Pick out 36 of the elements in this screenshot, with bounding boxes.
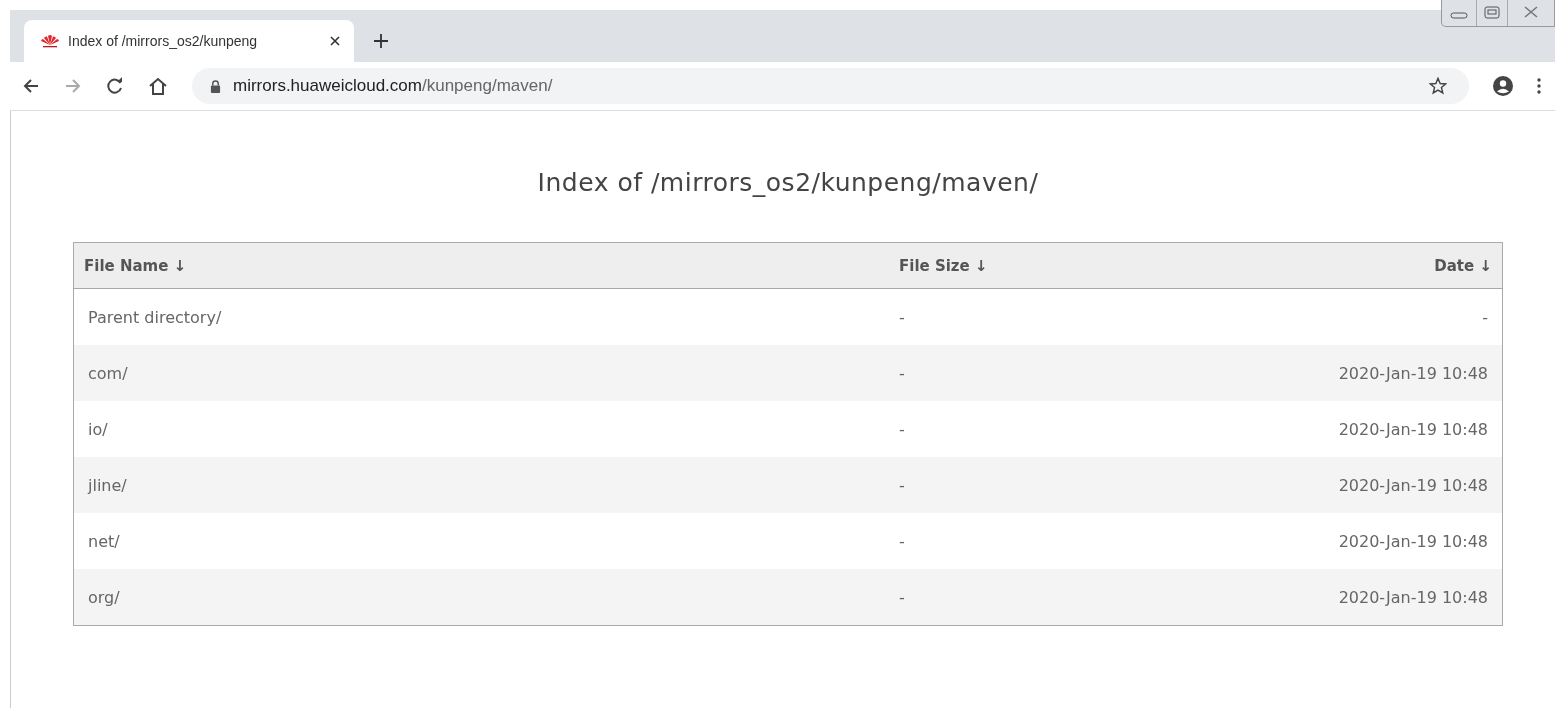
table-cell: -	[899, 531, 905, 551]
file-link[interactable]: Parent directory/	[88, 307, 222, 327]
new-tab-icon[interactable]	[374, 34, 388, 48]
back-icon[interactable]	[22, 77, 40, 95]
file-link[interactable]: com/	[88, 363, 128, 383]
browser-tab[interactable]: Index of /mirrors_os2/kunpeng	[24, 20, 354, 62]
file-link[interactable]: org/	[88, 587, 120, 607]
table-cell: -	[899, 475, 905, 495]
table-cell: -	[899, 419, 905, 439]
table-cell: -	[1482, 307, 1488, 327]
file-link[interactable]: net/	[88, 531, 120, 551]
tab-title: Index of /mirrors_os2/kunpeng	[68, 33, 259, 49]
reload-icon[interactable]	[106, 77, 124, 95]
file-link[interactable]: io/	[88, 419, 108, 439]
column-header[interactable]: Date ↓	[1434, 256, 1492, 275]
url-text: mirrors.huaweicloud.com/kunpeng/maven/	[233, 76, 553, 96]
account-icon[interactable]	[1493, 76, 1513, 96]
flower-logo-icon	[40, 34, 60, 48]
table-cell: -	[899, 587, 905, 607]
file-link[interactable]: jline/	[88, 475, 127, 495]
menu-icon[interactable]	[1537, 78, 1541, 94]
table-cell: 2020-Jan-19 10:48	[1338, 475, 1488, 495]
table-cell: 2020-Jan-19 10:48	[1338, 419, 1488, 439]
table-cell: -	[899, 363, 905, 383]
table-cell: 2020-Jan-19 10:48	[1338, 587, 1488, 607]
table-cell: 2020-Jan-19 10:48	[1338, 531, 1488, 551]
star-icon[interactable]	[1429, 77, 1447, 95]
close-icon[interactable]	[330, 36, 340, 46]
column-header[interactable]: File Size ↓	[899, 256, 988, 275]
lock-icon	[210, 79, 221, 93]
table-cell: 2020-Jan-19 10:48	[1338, 363, 1488, 383]
address-bar[interactable]: mirrors.huaweicloud.com/kunpeng/maven/	[192, 68, 1469, 104]
column-header[interactable]: File Name ↓	[84, 256, 187, 275]
home-icon[interactable]	[148, 77, 168, 95]
page-heading: Index of /mirrors_os2/kunpeng/maven/	[536, 168, 1040, 197]
table-cell: -	[899, 307, 905, 327]
